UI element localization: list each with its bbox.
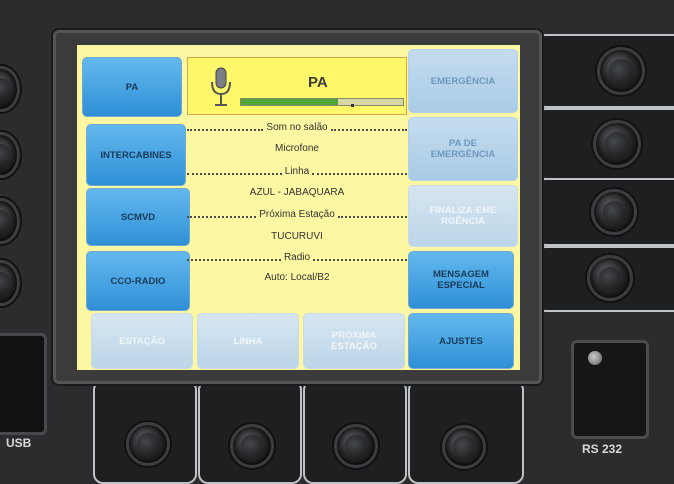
linha-value-row: AZUL - JABAQUARA xyxy=(187,185,407,199)
linha-row: Linha xyxy=(187,164,407,178)
hardware-button-left-2[interactable] xyxy=(0,132,20,178)
hardware-button-bottom-2[interactable] xyxy=(230,424,274,468)
usb-port xyxy=(0,333,47,435)
audio-level-fill xyxy=(241,99,339,105)
dot-leader xyxy=(187,128,264,131)
touch-screen: PA INTERCABINES SCMVD CCO-RADIO ESTAÇÃO … xyxy=(77,45,520,370)
hardware-button-right-2[interactable] xyxy=(593,120,641,168)
linha-button[interactable]: LINHA xyxy=(197,313,299,369)
ajustes-button[interactable]: AJUSTES xyxy=(408,313,514,369)
microfone-value: Microfone xyxy=(275,142,319,154)
cco-radio-button-label: CCO-RADIO xyxy=(110,275,166,287)
radio-value-row: Auto: Local/B2 xyxy=(187,270,407,284)
mensagem-especial-button-label: MENSAGEM ESPECIAL xyxy=(433,269,489,291)
rs232-label: RS 232 xyxy=(582,442,623,456)
dot-leader xyxy=(187,215,257,218)
proxima-estacao-value: TUCURUVI xyxy=(271,230,323,242)
dot-leader xyxy=(187,172,282,175)
hardware-button-left-4[interactable] xyxy=(0,260,20,306)
usb-label: USB xyxy=(6,436,32,450)
som-no-salao-row: Som no salão xyxy=(187,120,407,134)
hardware-button-right-3[interactable] xyxy=(591,189,637,235)
estacao-button-label: ESTAÇÃO xyxy=(119,335,165,347)
finaliza-emergencia-button-label: FINALIZA-EMERGÊNCIA xyxy=(429,205,497,227)
mensagem-especial-button[interactable]: MENSAGEM ESPECIAL xyxy=(408,251,514,309)
pa-header: PA xyxy=(187,57,407,115)
finaliza-emergencia-button[interactable]: FINALIZA-EMERGÊNCIA xyxy=(408,185,518,247)
linha-value: AZUL - JABAQUARA xyxy=(249,186,345,198)
scmvd-button-label: SCMVD xyxy=(120,211,156,223)
proxima-estacao-value-row: TUCURUVI xyxy=(187,229,407,243)
microphone-icon xyxy=(211,67,231,106)
scmvd-button[interactable]: SCMVD xyxy=(86,188,190,246)
radio-value: Auto: Local/B2 xyxy=(264,271,330,283)
linha-button-label: LINHA xyxy=(233,335,263,347)
hardware-button-bottom-1[interactable] xyxy=(126,422,170,466)
radio-row: Radio xyxy=(187,250,408,264)
hardware-button-right-4[interactable] xyxy=(587,255,633,301)
proxima-estacao-row: Próxima Estação xyxy=(187,207,407,221)
cco-radio-button[interactable]: CCO-RADIO xyxy=(86,251,190,311)
dot-leader xyxy=(313,258,408,261)
pa-de-emergencia-button[interactable]: PA DE EMERGÊNCIA xyxy=(408,117,518,181)
hardware-button-bottom-3[interactable] xyxy=(334,424,378,468)
proxima-estacao-button-label: PRÓXIMA ESTAÇÃO xyxy=(331,330,377,352)
screw-icon xyxy=(588,351,602,365)
pa-de-emergencia-button-label: PA DE EMERGÊNCIA xyxy=(430,138,496,160)
dot-leader xyxy=(337,215,407,218)
radio-label: Radio xyxy=(283,251,311,263)
intercabines-button[interactable]: INTERCABINES xyxy=(86,124,186,186)
ajustes-button-label: AJUSTES xyxy=(439,335,483,347)
hardware-button-left-1[interactable] xyxy=(0,66,20,112)
linha-label: Linha xyxy=(284,165,310,177)
hardware-button-left-3[interactable] xyxy=(0,198,20,244)
intercabines-button-label: INTERCABINES xyxy=(100,149,172,161)
proxima-estacao-label: Próxima Estação xyxy=(259,208,335,220)
proxima-estacao-button[interactable]: PRÓXIMA ESTAÇÃO xyxy=(303,313,405,369)
page-title: PA xyxy=(308,74,328,91)
hardware-button-bottom-4[interactable] xyxy=(442,425,486,469)
dot-leader xyxy=(330,128,407,131)
emergencia-button[interactable]: EMERGÊNCIA xyxy=(408,49,518,113)
pa-button[interactable]: PA xyxy=(82,57,182,117)
emergencia-button-label: EMERGÊNCIA xyxy=(430,75,496,87)
dot-leader xyxy=(312,172,407,175)
som-no-salao-label: Som no salão xyxy=(266,121,328,133)
hardware-button-right-1[interactable] xyxy=(597,47,645,95)
dot-leader xyxy=(187,258,281,261)
audio-level-meter xyxy=(240,98,404,107)
audio-level-marker xyxy=(351,104,354,107)
pa-button-label: PA xyxy=(125,81,139,93)
microfone-row: Microfone xyxy=(187,141,407,155)
estacao-button[interactable]: ESTAÇÃO xyxy=(91,313,193,369)
rs232-port xyxy=(571,340,649,439)
